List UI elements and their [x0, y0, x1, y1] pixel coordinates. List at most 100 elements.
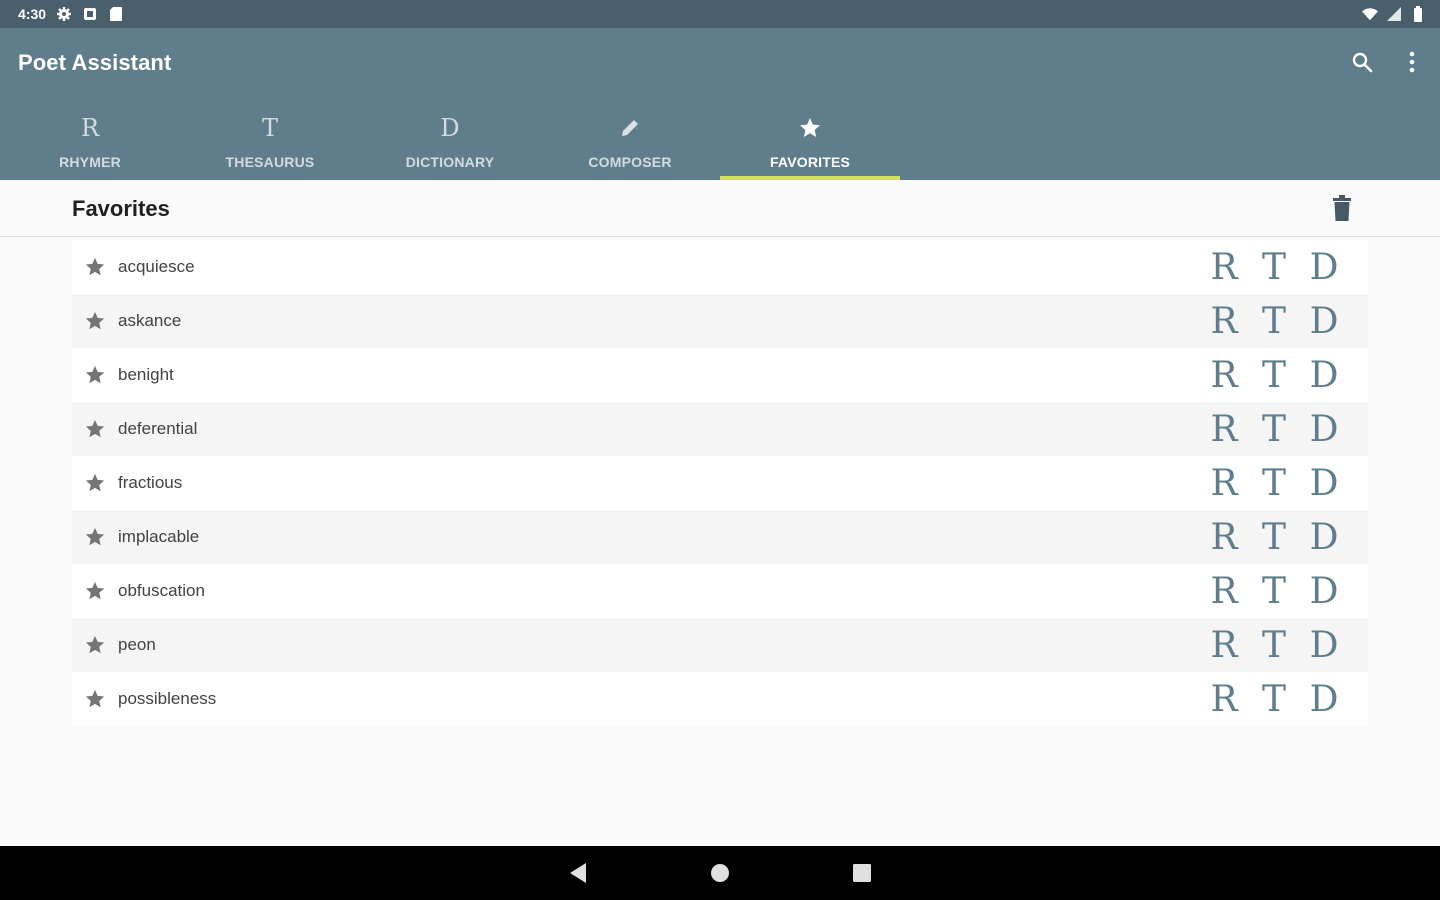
thesaurus-button[interactable]: T: [1256, 245, 1292, 289]
overflow-menu-button[interactable]: [1398, 48, 1426, 76]
favorites-header: Favorites: [0, 180, 1440, 237]
favorite-word[interactable]: obfuscation: [118, 581, 1206, 601]
thesaurus-button[interactable]: T: [1256, 677, 1292, 721]
thesaurus-button[interactable]: T: [1256, 569, 1292, 613]
tab-dictionary[interactable]: D DICTIONARY: [360, 104, 540, 180]
rhymer-button[interactable]: R: [1206, 623, 1242, 667]
list-item: deferential R T D: [72, 402, 1368, 456]
recents-icon: [853, 864, 871, 882]
rhymer-button[interactable]: R: [1206, 245, 1242, 289]
list-item: benight R T D: [72, 348, 1368, 402]
star-icon: [85, 473, 105, 492]
tab-label: FAVORITES: [769, 154, 851, 170]
favorite-word[interactable]: implacable: [118, 527, 1206, 547]
pencil-icon: [619, 112, 641, 144]
rhymer-button[interactable]: R: [1206, 353, 1242, 397]
trash-icon: [1333, 195, 1351, 221]
tab-label: DICTIONARY: [405, 154, 495, 170]
status-time: 4:30: [18, 6, 47, 22]
favorite-toggle[interactable]: [72, 688, 118, 710]
list-item: possibleness R T D: [72, 672, 1368, 726]
star-icon: [85, 257, 105, 276]
dictionary-button[interactable]: D: [1306, 245, 1342, 289]
list-item: askance R T D: [72, 294, 1368, 348]
dictionary-button[interactable]: D: [1306, 515, 1342, 559]
tab-thesaurus[interactable]: T THESAURUS: [180, 104, 360, 180]
favorite-toggle[interactable]: [72, 472, 118, 494]
tab-favorites[interactable]: FAVORITES: [720, 104, 900, 180]
favorite-word[interactable]: peon: [118, 635, 1206, 655]
favorite-word[interactable]: benight: [118, 365, 1206, 385]
search-icon: [1352, 52, 1373, 73]
favorite-toggle[interactable]: [72, 634, 118, 656]
star-icon: [85, 365, 105, 384]
app-title: Poet Assistant: [18, 50, 172, 75]
rhymer-button[interactable]: R: [1206, 461, 1242, 505]
battery-icon: [1410, 6, 1426, 22]
tab-composer[interactable]: COMPOSER: [540, 104, 720, 180]
status-bar: 4:30: [0, 0, 1440, 28]
star-icon: [85, 419, 105, 438]
dictionary-icon: D: [440, 114, 460, 142]
list-item: acquiesce R T D: [72, 240, 1368, 294]
star-icon: [85, 689, 105, 708]
settings-icon: [56, 6, 72, 22]
favorite-word[interactable]: possibleness: [118, 689, 1206, 709]
back-button[interactable]: [560, 855, 596, 891]
thesaurus-button[interactable]: T: [1256, 515, 1292, 559]
list-item: peon R T D: [72, 618, 1368, 672]
favorite-toggle[interactable]: [72, 364, 118, 386]
thesaurus-button[interactable]: T: [1256, 353, 1292, 397]
rhymer-button[interactable]: R: [1206, 677, 1242, 721]
favorite-word[interactable]: askance: [118, 311, 1206, 331]
favorite-toggle[interactable]: [72, 256, 118, 278]
thesaurus-button[interactable]: T: [1256, 623, 1292, 667]
dictionary-button[interactable]: D: [1306, 461, 1342, 505]
favorite-word[interactable]: fractious: [118, 473, 1206, 493]
favorite-word[interactable]: deferential: [118, 419, 1206, 439]
favorite-toggle[interactable]: [72, 418, 118, 440]
rhymer-button[interactable]: R: [1206, 299, 1242, 343]
tab-rhymer[interactable]: R RHYMER: [0, 104, 180, 180]
notification-icon: [82, 6, 98, 22]
thesaurus-button[interactable]: T: [1256, 407, 1292, 451]
favorite-word[interactable]: acquiesce: [118, 257, 1206, 277]
list-item: fractious R T D: [72, 456, 1368, 510]
overflow-menu-icon: [1409, 51, 1415, 73]
tab-label: RHYMER: [59, 154, 121, 170]
back-icon: [570, 863, 586, 883]
rhymer-icon: R: [80, 114, 100, 142]
thesaurus-button[interactable]: T: [1256, 461, 1292, 505]
search-button[interactable]: [1348, 48, 1376, 76]
rhymer-button[interactable]: R: [1206, 569, 1242, 613]
home-button[interactable]: [702, 855, 738, 891]
thesaurus-icon: T: [261, 114, 278, 142]
tab-bar: R RHYMER T THESAURUS D DICTIONARY COMPOS…: [0, 104, 900, 180]
recents-button[interactable]: [844, 855, 880, 891]
favorite-toggle[interactable]: [72, 580, 118, 602]
rhymer-button[interactable]: R: [1206, 407, 1242, 451]
star-icon: [85, 527, 105, 546]
favorite-toggle[interactable]: [72, 526, 118, 548]
navigation-bar: [0, 846, 1440, 900]
star-icon: [85, 635, 105, 654]
dictionary-button[interactable]: D: [1306, 407, 1342, 451]
dictionary-button[interactable]: D: [1306, 623, 1342, 667]
clear-favorites-button[interactable]: [1326, 192, 1358, 224]
favorites-list: acquiesce R T D askance R T D benight R …: [72, 240, 1368, 726]
favorite-toggle[interactable]: [72, 310, 118, 332]
thesaurus-button[interactable]: T: [1256, 299, 1292, 343]
tab-label: THESAURUS: [225, 154, 315, 170]
rhymer-button[interactable]: R: [1206, 515, 1242, 559]
sd-card-icon: [108, 6, 124, 22]
favorites-title: Favorites: [72, 196, 170, 221]
dictionary-button[interactable]: D: [1306, 677, 1342, 721]
dictionary-button[interactable]: D: [1306, 569, 1342, 613]
app-bar: Poet Assistant R RHYMER T THESAURUS D DI…: [0, 28, 1440, 180]
home-icon: [711, 864, 729, 882]
star-icon: [85, 581, 105, 600]
list-item: obfuscation R T D: [72, 564, 1368, 618]
star-icon: [798, 112, 822, 144]
dictionary-button[interactable]: D: [1306, 353, 1342, 397]
dictionary-button[interactable]: D: [1306, 299, 1342, 343]
